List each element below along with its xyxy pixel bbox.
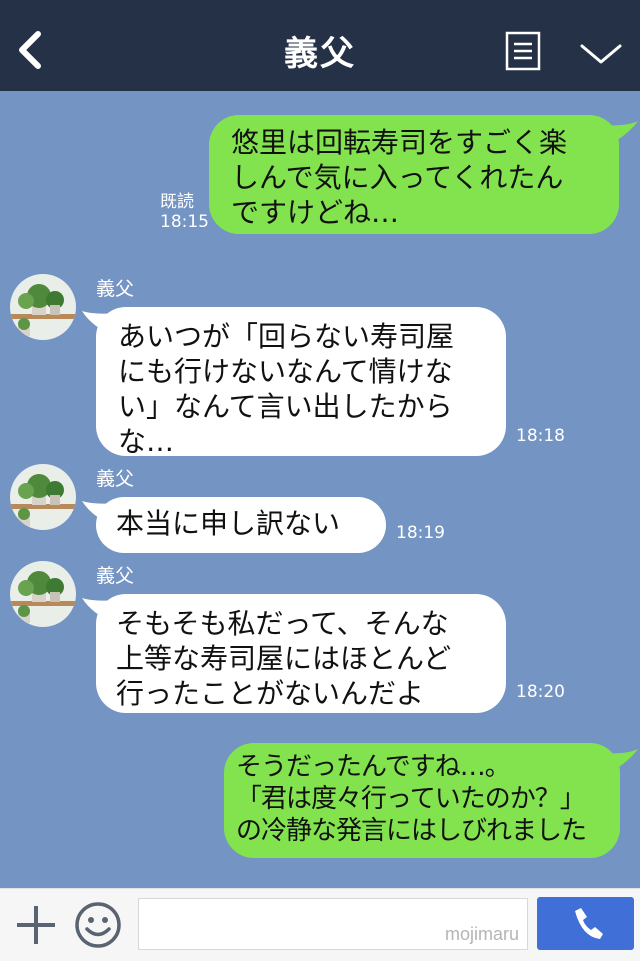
chat-header: 義父: [0, 0, 640, 91]
read-receipt: 既読: [160, 192, 194, 212]
received-message-bubble[interactable]: 本当に申し訳ない: [96, 497, 386, 553]
chevron-down-icon[interactable]: [578, 38, 624, 68]
watermark-text: mojimaru: [444, 924, 519, 944]
avatar[interactable]: [10, 561, 76, 627]
sender-name: 義父: [96, 565, 135, 587]
sender-name: 義父: [96, 278, 135, 300]
message-time: 18:15: [160, 212, 209, 232]
received-message-bubble[interactable]: そもそも私だって、そんな 上等な寿司屋にはほとんど 行ったことがないんだよ: [96, 594, 506, 713]
message-time: 18:18: [516, 426, 565, 446]
plant-shelf-avatar-icon: [10, 464, 76, 530]
document-menu-icon[interactable]: [505, 31, 541, 71]
message-input[interactable]: mojimaru: [138, 898, 528, 950]
sent-message-bubble[interactable]: そうだったんですね…。 「君は度々行っていたのか？」 の冷静な発言にはしびれまし…: [224, 743, 620, 858]
plant-shelf-avatar-icon: [10, 274, 76, 340]
message-time: 18:19: [396, 523, 445, 543]
avatar[interactable]: [10, 274, 76, 340]
phone-icon: [575, 908, 603, 939]
plus-icon[interactable]: [14, 903, 58, 947]
plant-shelf-avatar-icon: [10, 561, 76, 627]
message-list[interactable]: 悠里は回転寿司をすごく楽 しんで気に入ってくれたん ですけどね… 既読 18:1…: [0, 91, 640, 888]
sender-name: 義父: [96, 468, 135, 490]
chat-title: 義父: [284, 34, 356, 74]
smiley-icon[interactable]: [74, 901, 122, 949]
input-bar: mojimaru: [0, 888, 640, 961]
avatar[interactable]: [10, 464, 76, 530]
call-button[interactable]: [537, 897, 634, 950]
sent-message-bubble[interactable]: 悠里は回転寿司をすごく楽 しんで気に入ってくれたん ですけどね…: [209, 115, 619, 234]
received-message-bubble[interactable]: あいつが「回らない寿司屋 にも行けないなんて情けな い」なんて言い出したから な…: [96, 307, 506, 458]
message-time: 18:20: [516, 682, 565, 702]
